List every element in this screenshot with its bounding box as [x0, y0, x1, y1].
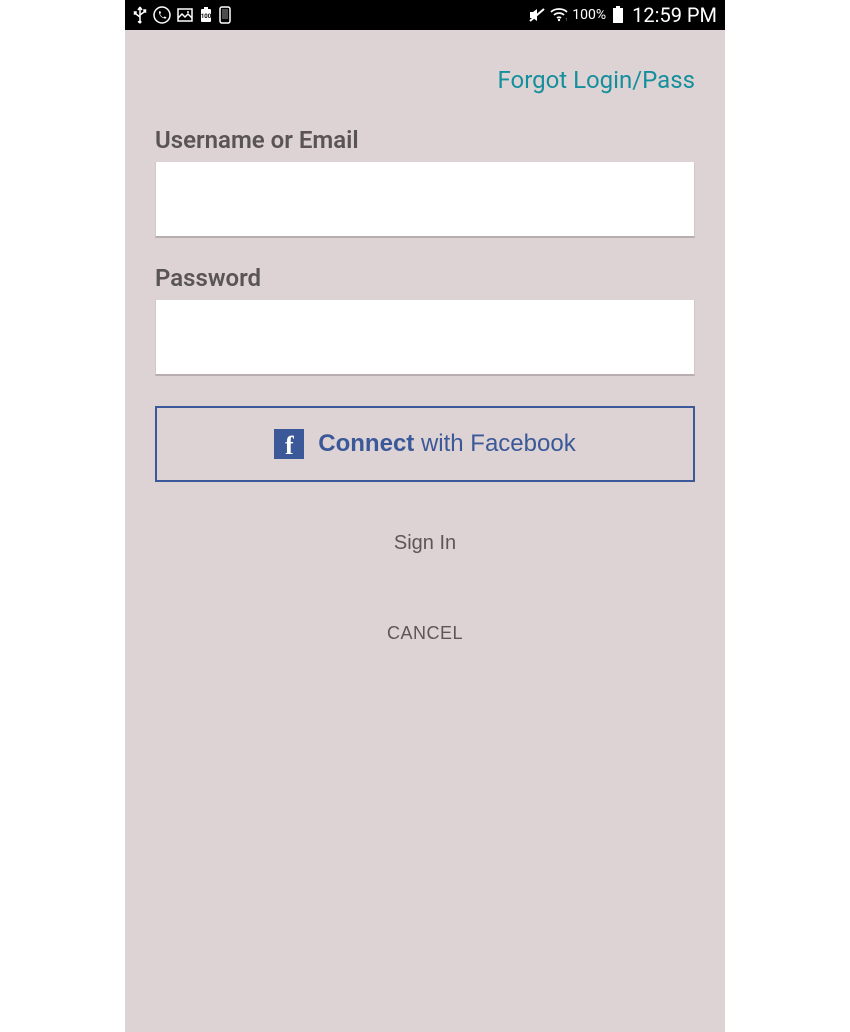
status-right-icons: ↑↓ 100% 12:59 PM [528, 3, 717, 27]
facebook-connect-rest: with Facebook [414, 430, 575, 457]
forgot-link-container: Forgot Login/Pass [155, 66, 695, 94]
status-time: 12:59 PM [632, 3, 717, 27]
battery-app-icon: 100 [199, 7, 213, 23]
battery-icon [612, 6, 624, 24]
battery-percent: 100% [572, 7, 606, 23]
password-input[interactable] [155, 300, 695, 376]
password-field-group: Password [155, 264, 695, 376]
username-field-group: Username or Email [155, 126, 695, 238]
status-left-icons: 100 [133, 6, 231, 24]
viber-icon [153, 6, 171, 24]
phone-status-icon [219, 6, 231, 24]
password-label: Password [155, 264, 695, 292]
facebook-button-text: Connect with Facebook [318, 430, 575, 458]
facebook-connect-button[interactable]: f Connect with Facebook [155, 406, 695, 482]
facebook-connect-bold: Connect [318, 430, 414, 457]
cancel-button[interactable]: CANCEL [155, 613, 695, 654]
image-icon [177, 7, 193, 23]
forgot-login-link[interactable]: Forgot Login/Pass [497, 66, 695, 94]
username-label: Username or Email [155, 126, 695, 154]
login-content: Forgot Login/Pass Username or Email Pass… [125, 66, 725, 654]
svg-text:↑↓: ↑↓ [565, 17, 568, 22]
status-bar: 100 ↑↓ [125, 0, 725, 30]
svg-text:100: 100 [201, 13, 212, 20]
facebook-icon: f [274, 429, 304, 459]
device-frame: 100 ↑↓ [125, 0, 725, 1032]
username-input[interactable] [155, 162, 695, 238]
wifi-icon: ↑↓ [550, 8, 568, 22]
sign-in-button[interactable]: Sign In [155, 522, 695, 565]
usb-icon [133, 6, 147, 24]
mute-icon [528, 7, 546, 23]
